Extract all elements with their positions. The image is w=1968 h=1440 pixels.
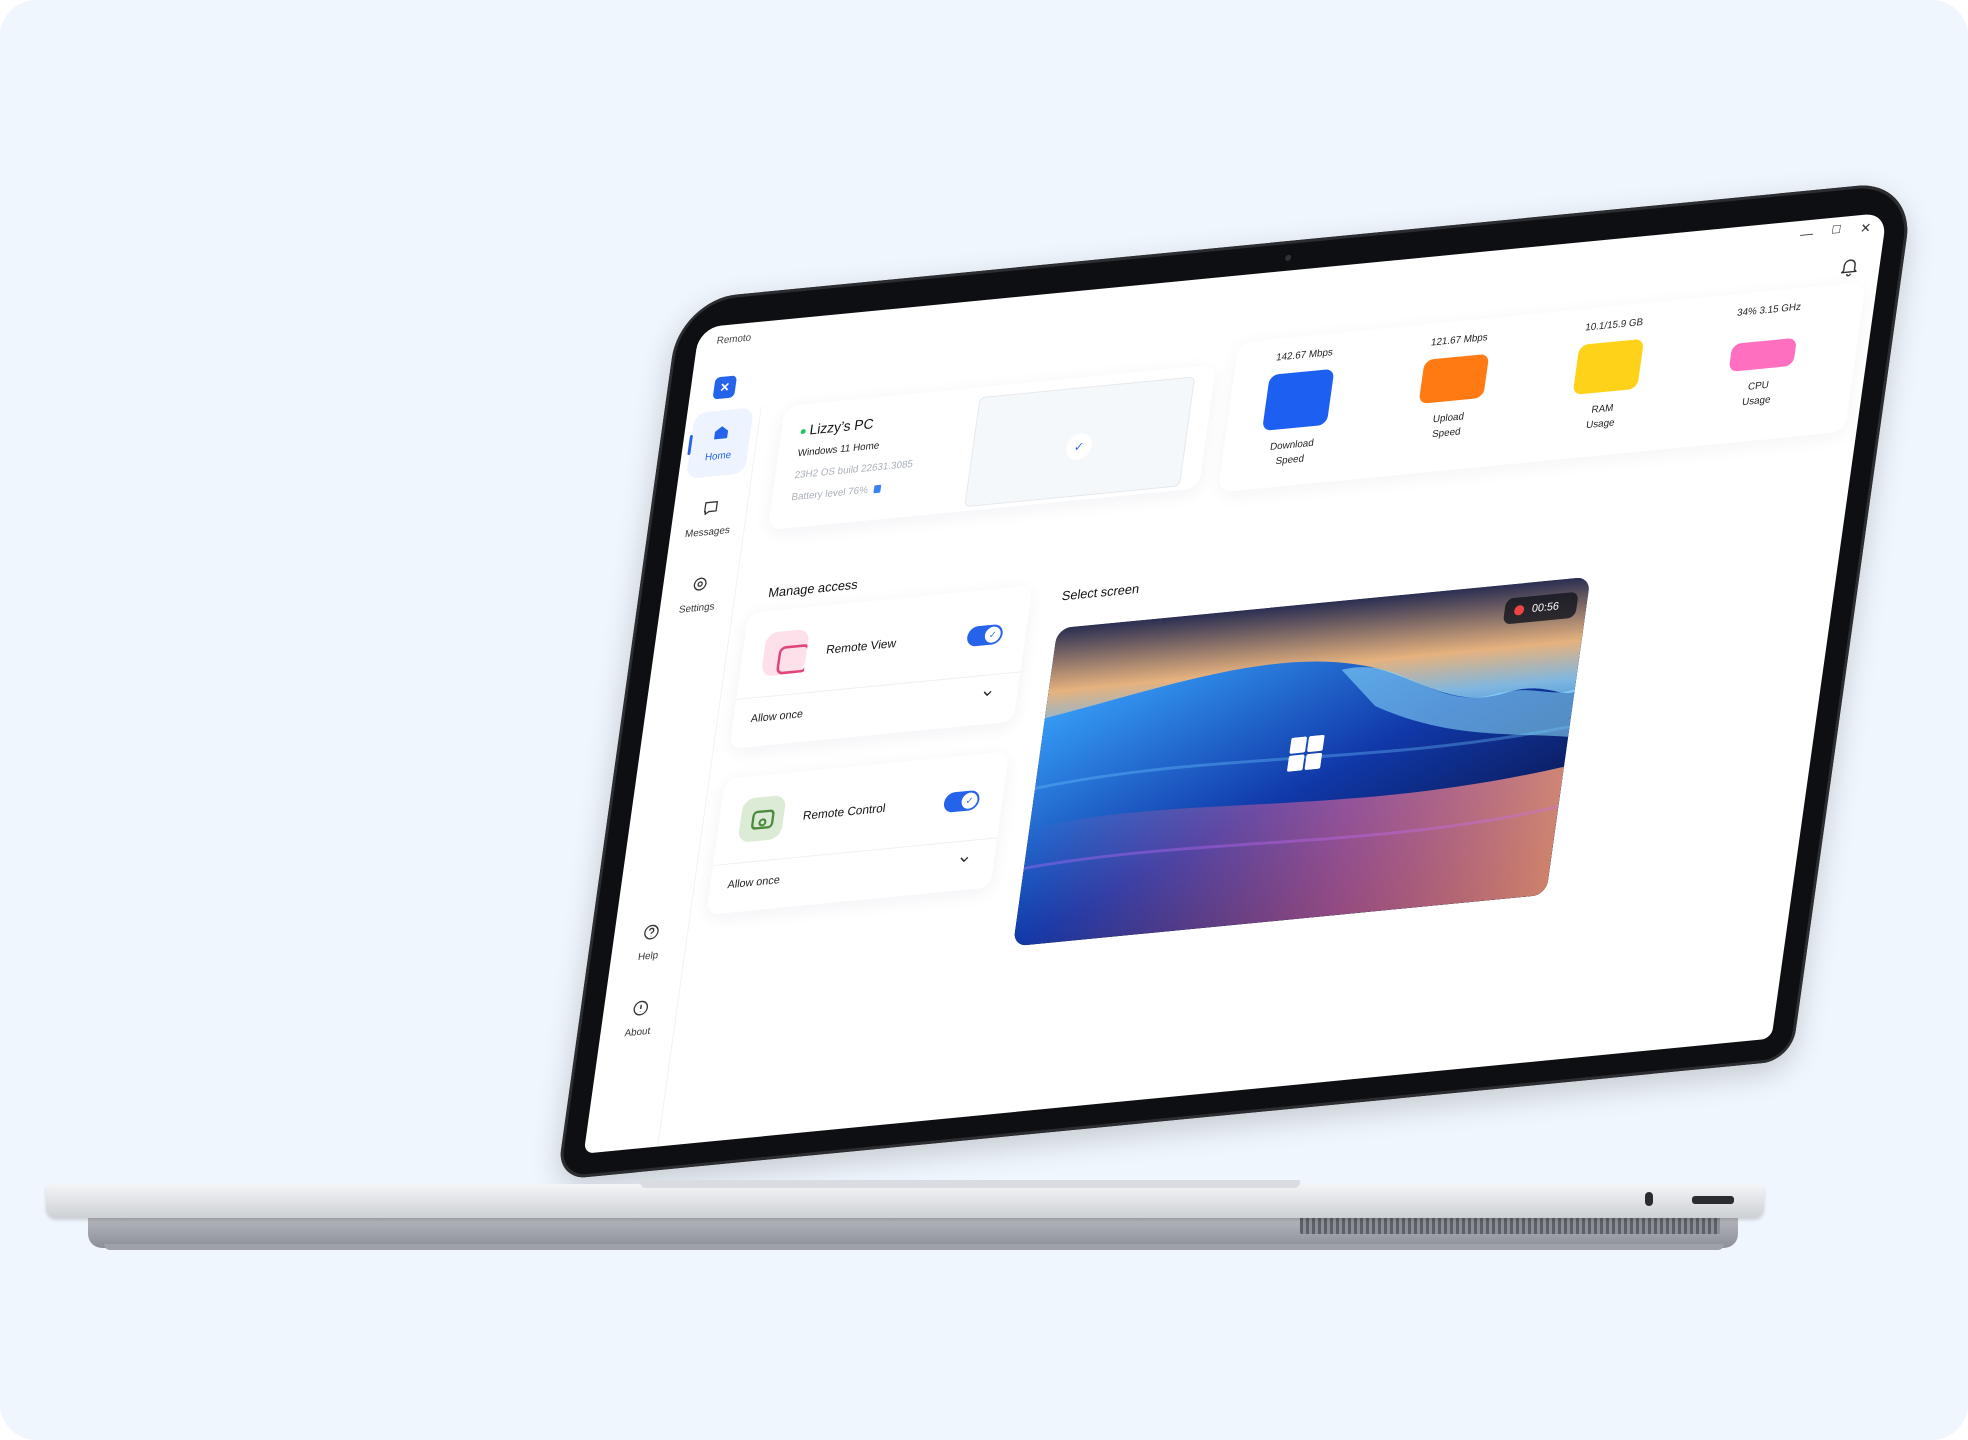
metric-label-line2: Usage: [1585, 417, 1616, 432]
metric-ram: 10.1/15.9 GB RAM Usage: [1540, 314, 1673, 437]
laptop-port: [1645, 1192, 1653, 1206]
remote-view-toggle[interactable]: ✓: [965, 623, 1004, 648]
remote-control-icon: [737, 794, 787, 843]
metric-label: Download Speed: [1230, 432, 1352, 473]
metric-label-line1: Upload: [1432, 411, 1465, 426]
metric-label-line2: Speed: [1274, 453, 1305, 468]
metric-label-line1: Download: [1269, 437, 1315, 453]
bell-icon[interactable]: [1837, 254, 1862, 278]
minimize-button[interactable]: —: [1794, 225, 1820, 242]
remote-view-icon: [760, 628, 810, 677]
divider: [736, 671, 1021, 700]
device-card[interactable]: Lizzy’s PC Windows 11 Home 23H2 OS build…: [767, 364, 1217, 531]
check-icon: ✓: [1064, 432, 1094, 462]
device-screen-thumbnail[interactable]: ✓: [964, 376, 1196, 508]
device-battery: Battery level 76%: [790, 484, 882, 504]
check-icon: ✓: [983, 625, 1002, 644]
sidebar-item-help[interactable]: Help: [616, 907, 684, 979]
sidebar-item-settings[interactable]: Settings: [665, 559, 733, 631]
sidebar-item-messages[interactable]: Messages: [675, 483, 743, 555]
metric-value: 142.67 Mbps: [1275, 347, 1334, 364]
laptop-hinge: [640, 1180, 1300, 1188]
device-os: Windows 11 Home: [796, 440, 880, 460]
maximize-button[interactable]: ☐: [1824, 222, 1849, 237]
close-button[interactable]: ✕: [1853, 219, 1879, 237]
laptop-base: [46, 1184, 1764, 1218]
laptop-foot: [104, 1244, 1724, 1250]
metric-upload: 121.67 Mbps Upload Speed: [1386, 329, 1518, 446]
remote-control-label: Remote Control: [802, 800, 887, 823]
remote-view-card: Remote View ✓ Allow once: [729, 585, 1033, 749]
check-icon: ✓: [960, 791, 979, 810]
metric-label-line1: CPU: [1747, 379, 1770, 393]
chevron-down-icon[interactable]: [956, 852, 972, 867]
laptop-bezel: Remoto — ☐ ✕ ✕ Home Messages Settings He…: [556, 180, 1915, 1181]
metric-cpu: 34% 3.15 GHz CPU Usage: [1696, 299, 1828, 414]
app-window: Remoto — ☐ ✕ ✕ Home Messages Settings He…: [583, 212, 1888, 1154]
sidebar-item-label: Messages: [684, 524, 731, 541]
select-screen-title: Select screen: [1060, 580, 1141, 604]
home-icon: [714, 426, 729, 440]
metric-download: 142.67 Mbps Download Speed: [1230, 344, 1364, 473]
sidebar-item-label: Home: [704, 449, 732, 464]
remote-control-toggle[interactable]: ✓: [942, 789, 981, 814]
background: Remoto — ☐ ✕ ✕ Home Messages Settings He…: [0, 0, 1968, 1440]
info-icon: [633, 1000, 649, 1016]
active-indicator: [687, 434, 694, 456]
laptop-port: [1692, 1196, 1734, 1204]
remote-control-card: Remote Control ✓ Allow once: [706, 751, 1010, 915]
battery-text: Battery level 76%: [790, 484, 869, 504]
device-build: 23H2 OS build 22631.3085: [793, 458, 914, 482]
app-title: Remoto: [715, 332, 752, 347]
download-speed-tile: [1261, 368, 1335, 432]
metric-label: RAM Usage: [1540, 396, 1662, 437]
sidebar-item-label: About: [623, 1025, 651, 1040]
upload-speed-tile: [1418, 353, 1490, 404]
chevron-down-icon[interactable]: [980, 686, 996, 701]
metric-label-line2: Speed: [1431, 426, 1462, 441]
record-dot: [1513, 604, 1525, 616]
remote-control-permission-select[interactable]: Allow once: [727, 874, 781, 891]
recording-time: 00:56: [1531, 600, 1560, 616]
sidebar-item-about[interactable]: About: [605, 983, 673, 1055]
help-icon: [644, 924, 659, 940]
cpu-usage-tile: [1728, 337, 1798, 372]
screen-preview[interactable]: 00:56: [1012, 576, 1591, 947]
manage-access-title: Manage access: [767, 576, 859, 601]
ram-usage-tile: [1572, 338, 1645, 395]
metric-value: 121.67 Mbps: [1430, 332, 1489, 349]
online-status-dot: [800, 428, 807, 435]
laptop-mockup: Remoto — ☐ ✕ ✕ Home Messages Settings He…: [0, 0, 1968, 1440]
laptop-lid: Remoto — ☐ ✕ ✕ Home Messages Settings He…: [556, 180, 1915, 1181]
metric-label-line1: RAM: [1590, 402, 1615, 416]
remote-view-label: Remote View: [825, 636, 898, 657]
metric-label: CPU Usage: [1696, 373, 1818, 414]
sidebar-item-home[interactable]: Home: [685, 407, 754, 479]
battery-icon: [873, 485, 882, 494]
message-icon: [703, 501, 718, 516]
metric-value: 34% 3.15 GHz: [1736, 301, 1802, 319]
metric-label: Upload Speed: [1386, 405, 1508, 446]
windows-logo-icon: [1287, 734, 1325, 772]
sidebar-item-label: Settings: [678, 601, 716, 616]
sidebar-item-label: Help: [637, 950, 659, 964]
app-logo: ✕: [712, 375, 738, 400]
device-name-text: Lizzy’s PC: [808, 415, 875, 438]
device-name: Lizzy’s PC: [800, 415, 875, 438]
remote-view-permission-select[interactable]: Allow once: [750, 708, 804, 725]
system-metrics: 142.67 Mbps Download Speed 121.67 Mbps Up…: [1217, 281, 1866, 493]
camera: [1284, 254, 1292, 262]
metric-value: 10.1/15.9 GB: [1584, 317, 1644, 334]
divider: [712, 837, 998, 866]
gear-icon: [693, 577, 707, 591]
metric-label-line2: Usage: [1741, 394, 1772, 409]
